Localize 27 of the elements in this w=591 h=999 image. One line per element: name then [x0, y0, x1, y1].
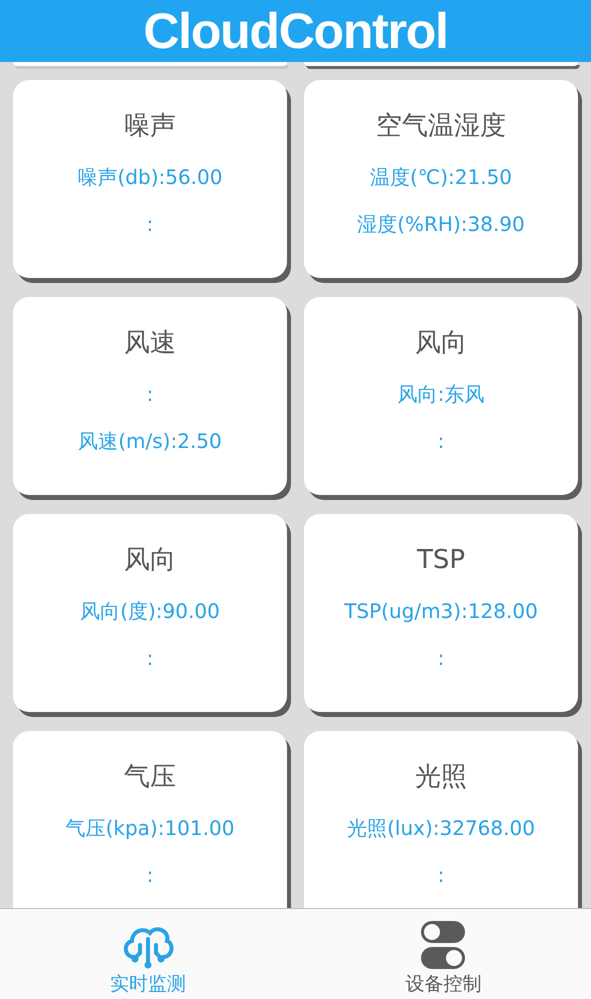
- sensor-reading: :: [438, 862, 444, 889]
- card-title: 气压: [124, 761, 176, 794]
- sensor-reading: :: [146, 211, 154, 238]
- sensor-reading: :: [146, 862, 154, 889]
- sensor-reading: :: [438, 645, 444, 672]
- card-title: 噪声: [124, 110, 176, 143]
- sensor-reading: 风向:东风: [398, 381, 484, 408]
- card-title: TSP: [416, 544, 466, 577]
- sensor-reading: :: [146, 645, 154, 672]
- app-title: CloudControl: [143, 6, 448, 56]
- sensor-reading: 光照(lux):32768.00: [347, 815, 535, 842]
- sensor-reading: 湿度(%RH):38.90: [357, 211, 525, 238]
- sensor-reading: :: [438, 428, 444, 455]
- sensor-reading: :: [146, 381, 154, 408]
- sensor-reading: 风速(m/s):2.50: [78, 428, 222, 455]
- toggle-switches-icon: [419, 919, 468, 971]
- sensor-reading: 风向(度):90.00: [80, 598, 220, 625]
- sensor-reading: 气压(kpa):101.00: [66, 815, 234, 842]
- card-title: 光照: [415, 761, 467, 794]
- card-title: 风向: [415, 327, 467, 360]
- card-title: 风向: [124, 544, 176, 577]
- sensor-reading: TSP(ug/m3):128.00: [344, 598, 538, 625]
- sensor-reading: 噪声(db):56.00: [78, 164, 222, 191]
- sensor-reading: 温度(℃):21.50: [370, 164, 512, 191]
- card-title: 风速: [124, 327, 176, 360]
- card-title: 空气温湿度: [376, 110, 506, 143]
- nav-tab[interactable]: 设备控制: [296, 909, 591, 999]
